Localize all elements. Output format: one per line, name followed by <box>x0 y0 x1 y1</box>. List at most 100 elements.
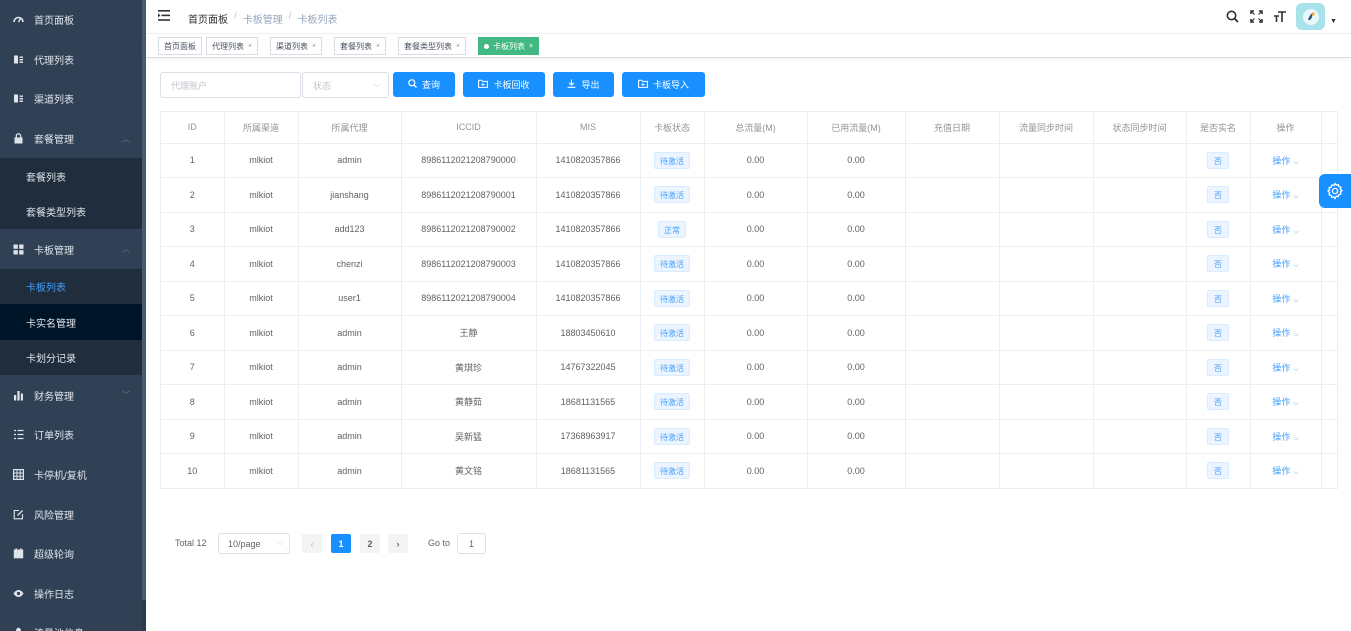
cell-gutter <box>1321 419 1338 454</box>
card-import-button[interactable]: 卡板导入 <box>622 72 705 97</box>
navbar: 首页面板 / 卡板管理 / 卡板列表 ▼ <box>146 0 1351 34</box>
breadcrumb-item-home[interactable]: 首页面板 <box>188 11 228 26</box>
table-row[interactable]: 5 mlkiot user1 8986112021208790004 141082035… <box>161 281 1338 316</box>
agent-account-input[interactable]: 代理账户 <box>160 72 301 98</box>
close-icon[interactable]: × <box>376 43 380 50</box>
goto-page-input[interactable]: 1 <box>457 533 486 554</box>
operation-dropdown[interactable]: 操作 ⌵ <box>1272 363 1298 373</box>
sidebar-subitem[interactable]: 套餐类型列表 <box>0 193 146 230</box>
sidebar-item[interactable]: 卡板管理 ︿ <box>0 229 146 269</box>
sidebar-item[interactable]: 卡停机/复机 <box>0 455 146 495</box>
realname-badge: 否 <box>1207 151 1229 169</box>
close-icon[interactable]: × <box>529 43 533 50</box>
tag-item[interactable]: 套餐类型列表 × <box>398 37 467 55</box>
sidebar-item[interactable]: 代理列表 <box>0 40 146 80</box>
sidebar-item[interactable]: 流量池信息 <box>0 613 146 631</box>
column-header: 已用流量(M) <box>807 112 906 144</box>
operation-dropdown[interactable]: 操作 ⌵ <box>1272 328 1298 338</box>
sidebar-subitem[interactable]: 卡划分记录 <box>0 339 146 376</box>
table-row[interactable]: 8 mlkiot admin 黄静茹 18681131565 待激活 0.00 0.00 否 操作… <box>161 384 1338 420</box>
operation-dropdown[interactable]: 操作 ⌵ <box>1272 397 1298 407</box>
status-badge: 正常 <box>658 220 686 238</box>
sidebar-subitem[interactable]: 卡实名管理 <box>0 304 146 340</box>
status-select[interactable]: 状态 ⌵ <box>302 72 389 98</box>
operation-dropdown[interactable]: 操作 ⌵ <box>1272 432 1298 442</box>
sidebar-item[interactable]: 订单列表 <box>0 415 146 455</box>
table-row[interactable]: 6 mlkiot admin 王静 18803450610 待激活 0.00 0.00 否 操作 ⌵ <box>161 315 1338 351</box>
prev-page-button[interactable]: ‹ <box>302 534 322 553</box>
sidebar-item[interactable]: 超级轮询 <box>0 534 146 574</box>
realname-badge: 否 <box>1207 427 1229 445</box>
hamburger-icon[interactable] <box>158 10 170 21</box>
operation-dropdown[interactable]: 操作 ⌵ <box>1272 190 1298 200</box>
card-recycle-button[interactable]: 卡板回收 <box>463 72 545 97</box>
sidebar-item[interactable]: 财务管理 ﹀ <box>0 375 146 415</box>
close-icon[interactable]: × <box>312 43 316 50</box>
sidebar-subitem[interactable]: 卡板列表 <box>0 268 146 305</box>
operation-label: 操作 <box>1272 293 1291 304</box>
next-page-button[interactable]: › <box>388 534 408 553</box>
operation-dropdown[interactable]: 操作 ⌵ <box>1272 225 1298 235</box>
tag-item[interactable]: 代理列表 × <box>206 37 259 55</box>
tag-item[interactable]: 渠道列表 × <box>270 37 323 55</box>
tag-item[interactable]: 首页面板 <box>158 37 202 55</box>
table-row[interactable]: 9 mlkiot admin 吴新猛 17368963917 待激活 0.00 0.00 否 操作… <box>161 419 1338 454</box>
operation-dropdown[interactable]: 操作 ⌵ <box>1272 259 1298 269</box>
close-icon[interactable]: × <box>456 43 460 50</box>
cell-realname: 否 <box>1186 315 1251 351</box>
sidebar-scrollbar-thumb[interactable] <box>142 0 146 600</box>
cell-flow_sync <box>999 315 1094 351</box>
operation-dropdown[interactable]: 操作 ⌵ <box>1272 156 1298 166</box>
query-button[interactable]: 查询 <box>393 72 455 97</box>
table-row[interactable]: 3 mlkiot add123 8986112021208790002 14108203… <box>161 212 1338 247</box>
cell-realname: 否 <box>1186 384 1251 420</box>
chevron-down-icon: ⌵ <box>1293 331 1299 339</box>
avatar[interactable] <box>1296 3 1325 30</box>
sidebar-subitem-label: 卡划分记录 <box>26 354 76 366</box>
chevron-down-icon: ⌵ <box>1293 365 1299 373</box>
search-icon[interactable] <box>1224 8 1240 24</box>
tag-item[interactable]: 卡板列表 × <box>478 37 540 55</box>
cell-realname: 否 <box>1186 350 1251 385</box>
table-row[interactable]: 4 mlkiot chenzi 8986112021208790003 14108203… <box>161 246 1338 282</box>
status-badge: 待激活 <box>654 358 690 376</box>
sidebar-item[interactable]: 操作日志 <box>0 573 146 613</box>
tag-item[interactable]: 套餐列表 × <box>334 37 387 55</box>
operation-dropdown[interactable]: 操作 ⌵ <box>1272 466 1298 476</box>
cell-gutter <box>1321 315 1338 351</box>
export-button[interactable]: 导出 <box>553 72 614 97</box>
operation-label: 操作 <box>1272 224 1291 235</box>
sidebar-item[interactable]: 首页面板 <box>0 0 146 40</box>
page-1-button[interactable]: 1 <box>331 534 351 553</box>
fullscreen-icon[interactable] <box>1248 8 1264 24</box>
sidebar-subitem[interactable]: 套餐列表 <box>0 158 146 194</box>
cell-realname: 否 <box>1186 281 1251 316</box>
cell-channel: mlkiot <box>224 315 299 351</box>
table-row[interactable]: 2 mlkiot jianshang 8986112021208790001 14108… <box>161 177 1338 213</box>
operation-dropdown[interactable]: 操作 ⌵ <box>1272 294 1298 304</box>
font-size-icon[interactable] <box>1272 8 1288 24</box>
column-header: 状态同步时间 <box>1093 112 1187 144</box>
sidebar-item[interactable]: 套餐管理 ︿ <box>0 119 146 159</box>
page-2-button[interactable]: 2 <box>360 534 380 553</box>
breadcrumb-item-card-management[interactable]: 卡板管理 <box>243 11 283 26</box>
table-row[interactable]: 10 mlkiot admin 黄文铭 18681131565 待激活 0.00 0.00 否 操… <box>161 453 1338 489</box>
card-recycle-button-label: 卡板回收 <box>493 80 530 90</box>
cell-op: 操作 ⌵ <box>1250 384 1322 420</box>
table-row[interactable]: 1 mlkiot admin 8986112021208790000 141082035… <box>161 143 1338 178</box>
page-size-select[interactable]: 10/page ⌵ <box>218 533 290 554</box>
cell-realname: 否 <box>1186 453 1251 489</box>
settings-button[interactable] <box>1319 174 1351 208</box>
cell-status_sync <box>1093 384 1187 420</box>
sidebar-item[interactable]: 渠道列表 <box>0 79 146 119</box>
sidebar-item[interactable]: 风险管理 <box>0 494 146 534</box>
table-row[interactable]: 7 mlkiot admin 黄琪珍 14767322045 待激活 0.00 0.00 否 操作… <box>161 350 1338 385</box>
cell-status_sync <box>1093 419 1187 454</box>
cell-status_sync <box>1093 453 1187 489</box>
sidebar-item-label: 代理列表 <box>34 55 74 67</box>
caret-down-icon[interactable]: ▼ <box>1330 18 1337 25</box>
cell-realname: 否 <box>1186 177 1251 213</box>
close-icon[interactable]: × <box>248 43 252 50</box>
chevron-down-icon: ⌵ <box>1293 434 1299 442</box>
chevron-down-icon: ⌵ <box>1293 158 1299 166</box>
